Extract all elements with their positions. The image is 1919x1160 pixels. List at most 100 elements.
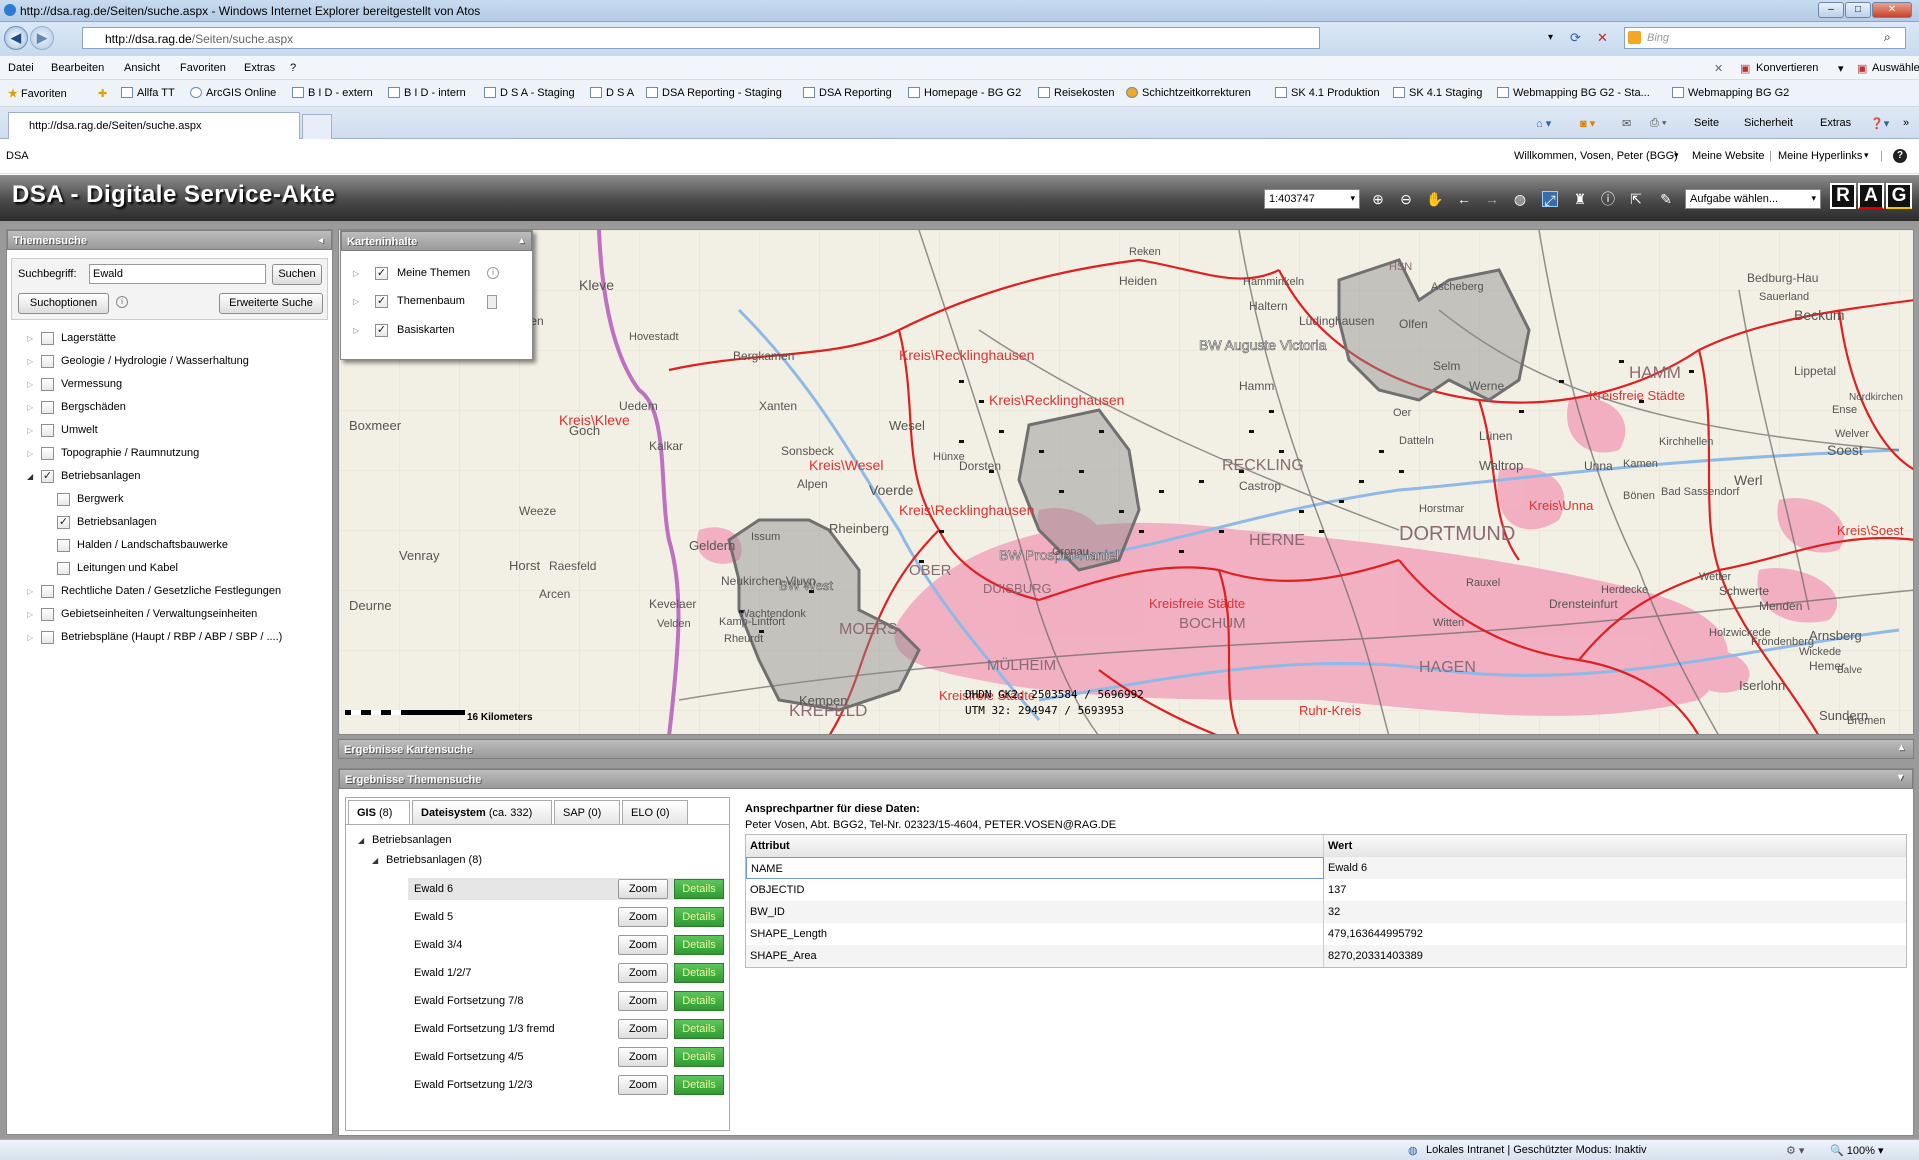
tree-checkbox[interactable] xyxy=(41,424,54,437)
help-icon[interactable]: ? xyxy=(1893,149,1907,163)
zoom-button[interactable]: Zoom xyxy=(618,907,668,927)
feeds-icon[interactable]: ◙ ▾ xyxy=(1580,117,1595,130)
eraser-icon[interactable]: ✎ xyxy=(1658,191,1674,207)
convert-dropdown-icon[interactable]: ▾ xyxy=(1838,62,1844,75)
address-bar[interactable]: http://dsa.rag.de/Seiten/suche.aspx xyxy=(82,27,1320,49)
home-icon[interactable]: ⌂ ▾ xyxy=(1536,117,1551,130)
checkbox[interactable]: ✓ xyxy=(375,295,388,308)
export-icon[interactable]: ⇱ xyxy=(1628,191,1644,207)
print-icon[interactable]: ⎙ ▾ xyxy=(1650,117,1666,130)
mine-icon[interactable]: ♜ xyxy=(1572,191,1588,207)
result-row[interactable]: Ewald 1/2/7 Zoom Details xyxy=(408,962,724,984)
my-website-link[interactable]: Meine Website xyxy=(1692,150,1765,162)
cmd-seite[interactable]: Seite xyxy=(1694,117,1719,129)
zoom-button[interactable]: Zoom xyxy=(618,963,668,983)
zoom-button[interactable]: Zoom xyxy=(618,1047,668,1067)
tree-item[interactable]: ▷ Umwelt xyxy=(7,424,327,442)
extended-search-button[interactable]: Erweiterte Suche xyxy=(219,293,323,314)
convert-button[interactable]: Konvertieren xyxy=(1756,62,1818,74)
fav-dsa-reporting[interactable]: DSA Reporting xyxy=(803,87,892,99)
result-row[interactable]: Ewald 3/4 Zoom Details xyxy=(408,934,724,956)
tree-item[interactable]: Leitungen und Kabel xyxy=(7,562,327,580)
welcome-menu[interactable]: Willkommen, Vosen, Peter (BGG) xyxy=(1514,150,1678,162)
result-row[interactable]: Ewald Fortsetzung 4/5 Zoom Details xyxy=(408,1046,724,1068)
info-icon[interactable]: i xyxy=(487,267,499,279)
fav-reisekosten[interactable]: Reisekosten xyxy=(1038,87,1115,99)
minimize-button[interactable]: – xyxy=(1818,2,1844,18)
details-button[interactable]: Details xyxy=(674,1019,724,1039)
result-row[interactable]: Ewald Fortsetzung 1/3 fremd Zoom Details xyxy=(408,1018,724,1040)
address-dropdown-icon[interactable]: ▾ xyxy=(1548,32,1553,43)
tab-gis[interactable]: GIS (8) xyxy=(348,800,410,824)
tree-checkbox[interactable]: ✓ xyxy=(41,470,54,483)
search-options-button[interactable]: Suchoptionen xyxy=(18,293,109,314)
my-hyperlinks-menu[interactable]: Meine Hyperlinks xyxy=(1778,150,1862,162)
menu-datei[interactable]: Datei xyxy=(8,62,34,74)
zoom-button[interactable]: Zoom xyxy=(618,1019,668,1039)
stop-icon[interactable]: ✕ xyxy=(1597,30,1608,46)
pan-icon[interactable]: ✋ xyxy=(1426,191,1443,207)
fav-dsa-reporting-staging[interactable]: DSA Reporting - Staging xyxy=(646,87,782,99)
add-favorite-icon[interactable]: ✚ xyxy=(98,87,107,100)
zoom-button[interactable]: Zoom xyxy=(618,1075,668,1095)
menu-ansicht[interactable]: Ansicht xyxy=(124,62,160,74)
welcome-dropdown-icon[interactable]: ▾ xyxy=(1674,150,1679,161)
fav-dsa[interactable]: D S A xyxy=(590,87,634,99)
tree-checkbox[interactable] xyxy=(57,562,70,575)
details-button[interactable]: Details xyxy=(674,879,724,899)
attribute-row[interactable]: BW_ID 32 xyxy=(746,901,1906,923)
collapse-icon[interactable]: ▾ xyxy=(1898,772,1903,783)
map-view[interactable]: Kreis\Recklinghausen Kreis\Recklinghausen… xyxy=(338,229,1914,735)
mail-icon[interactable]: ✉ xyxy=(1622,117,1631,130)
attribute-row[interactable]: SHAPE_Length 479,163644995792 xyxy=(746,923,1906,945)
tree-item[interactable]: ▷ Lagerstätte xyxy=(7,332,327,350)
info-icon[interactable]: i xyxy=(116,296,128,308)
collapse-icon[interactable]: ◢ xyxy=(358,836,368,846)
attribute-row[interactable]: OBJECTID 137 xyxy=(746,879,1906,901)
menu-bearbeiten[interactable]: Bearbeiten xyxy=(51,62,104,74)
expand-icon[interactable]: ▴ xyxy=(1899,742,1904,753)
fav-bid-intern[interactable]: B I D - intern xyxy=(388,87,466,99)
more-icon[interactable]: » xyxy=(1903,117,1909,129)
cmd-extras[interactable]: Extras xyxy=(1820,117,1851,129)
search-input[interactable]: Ewald xyxy=(89,264,266,284)
protected-icon[interactable]: ⚙ ▾ xyxy=(1786,1144,1804,1157)
search-box[interactable]: Bing xyxy=(1624,27,1906,49)
fav-dsa-staging[interactable]: D S A - Staging xyxy=(484,87,575,99)
browser-tab-active[interactable]: http://dsa.rag.de/Seiten/suche.aspx xyxy=(8,112,300,139)
fav-bid-extern[interactable]: B I D - extern xyxy=(292,87,373,99)
info-icon[interactable]: ⓘ xyxy=(1600,191,1616,207)
tree-checkbox[interactable] xyxy=(41,631,54,644)
kartensuche-header[interactable]: Ergebnisse Kartensuche ▴ xyxy=(338,739,1914,759)
tree-checkbox[interactable] xyxy=(41,447,54,460)
back-extent-icon[interactable]: ← xyxy=(1456,191,1472,207)
zoom-button[interactable]: Zoom xyxy=(618,991,668,1011)
opacity-slider[interactable] xyxy=(487,295,497,309)
tab-sap[interactable]: SAP (0) xyxy=(554,800,620,824)
collapse-icon[interactable]: ◂ xyxy=(318,235,323,246)
expand-icon[interactable]: ▷ xyxy=(353,297,363,307)
favorites-button[interactable]: ★ Favoriten xyxy=(8,87,67,100)
hyperlinks-dropdown-icon[interactable]: ▾ xyxy=(1864,150,1869,161)
tree-checkbox[interactable] xyxy=(41,401,54,414)
full-extent-icon[interactable]: ⤢ xyxy=(1542,191,1558,208)
scale-select[interactable]: 1:403747 ▾ xyxy=(1264,189,1360,209)
select-button[interactable]: Auswählen xyxy=(1872,62,1919,74)
result-row[interactable]: Ewald Fortsetzung 7/8 Zoom Details xyxy=(408,990,724,1012)
menu-extras[interactable]: Extras xyxy=(244,62,275,74)
themensuche-results-header[interactable]: Ergebnisse Themensuche ▾ xyxy=(339,769,1913,789)
tree-item[interactable]: ✓ Betriebsanlagen xyxy=(7,516,327,534)
details-button[interactable]: Details xyxy=(674,963,724,983)
result-row[interactable]: Ewald 5 Zoom Details xyxy=(408,906,724,928)
tree-item[interactable]: ▷ Geologie / Hydrologie / Wasserhaltung xyxy=(7,355,327,373)
tree-item[interactable]: ▷ Gebietseinheiten / Verwaltungseinheiten xyxy=(7,608,327,626)
expand-icon[interactable]: ▷ xyxy=(27,403,37,413)
menu-favoriten[interactable]: Favoriten xyxy=(180,62,226,74)
tree-item[interactable]: ▷ Rechtliche Daten / Gesetzliche Festlegu… xyxy=(7,585,327,603)
collapse-icon[interactable]: ◢ xyxy=(27,472,37,482)
fav-webmapping[interactable]: Webmapping BG G2 xyxy=(1672,87,1789,99)
details-button[interactable]: Details xyxy=(674,1047,724,1067)
search-icon[interactable]: ⌕ xyxy=(1884,30,1891,45)
globe-icon[interactable]: ◍ xyxy=(1512,191,1528,207)
expand-icon[interactable]: ▷ xyxy=(27,610,37,620)
